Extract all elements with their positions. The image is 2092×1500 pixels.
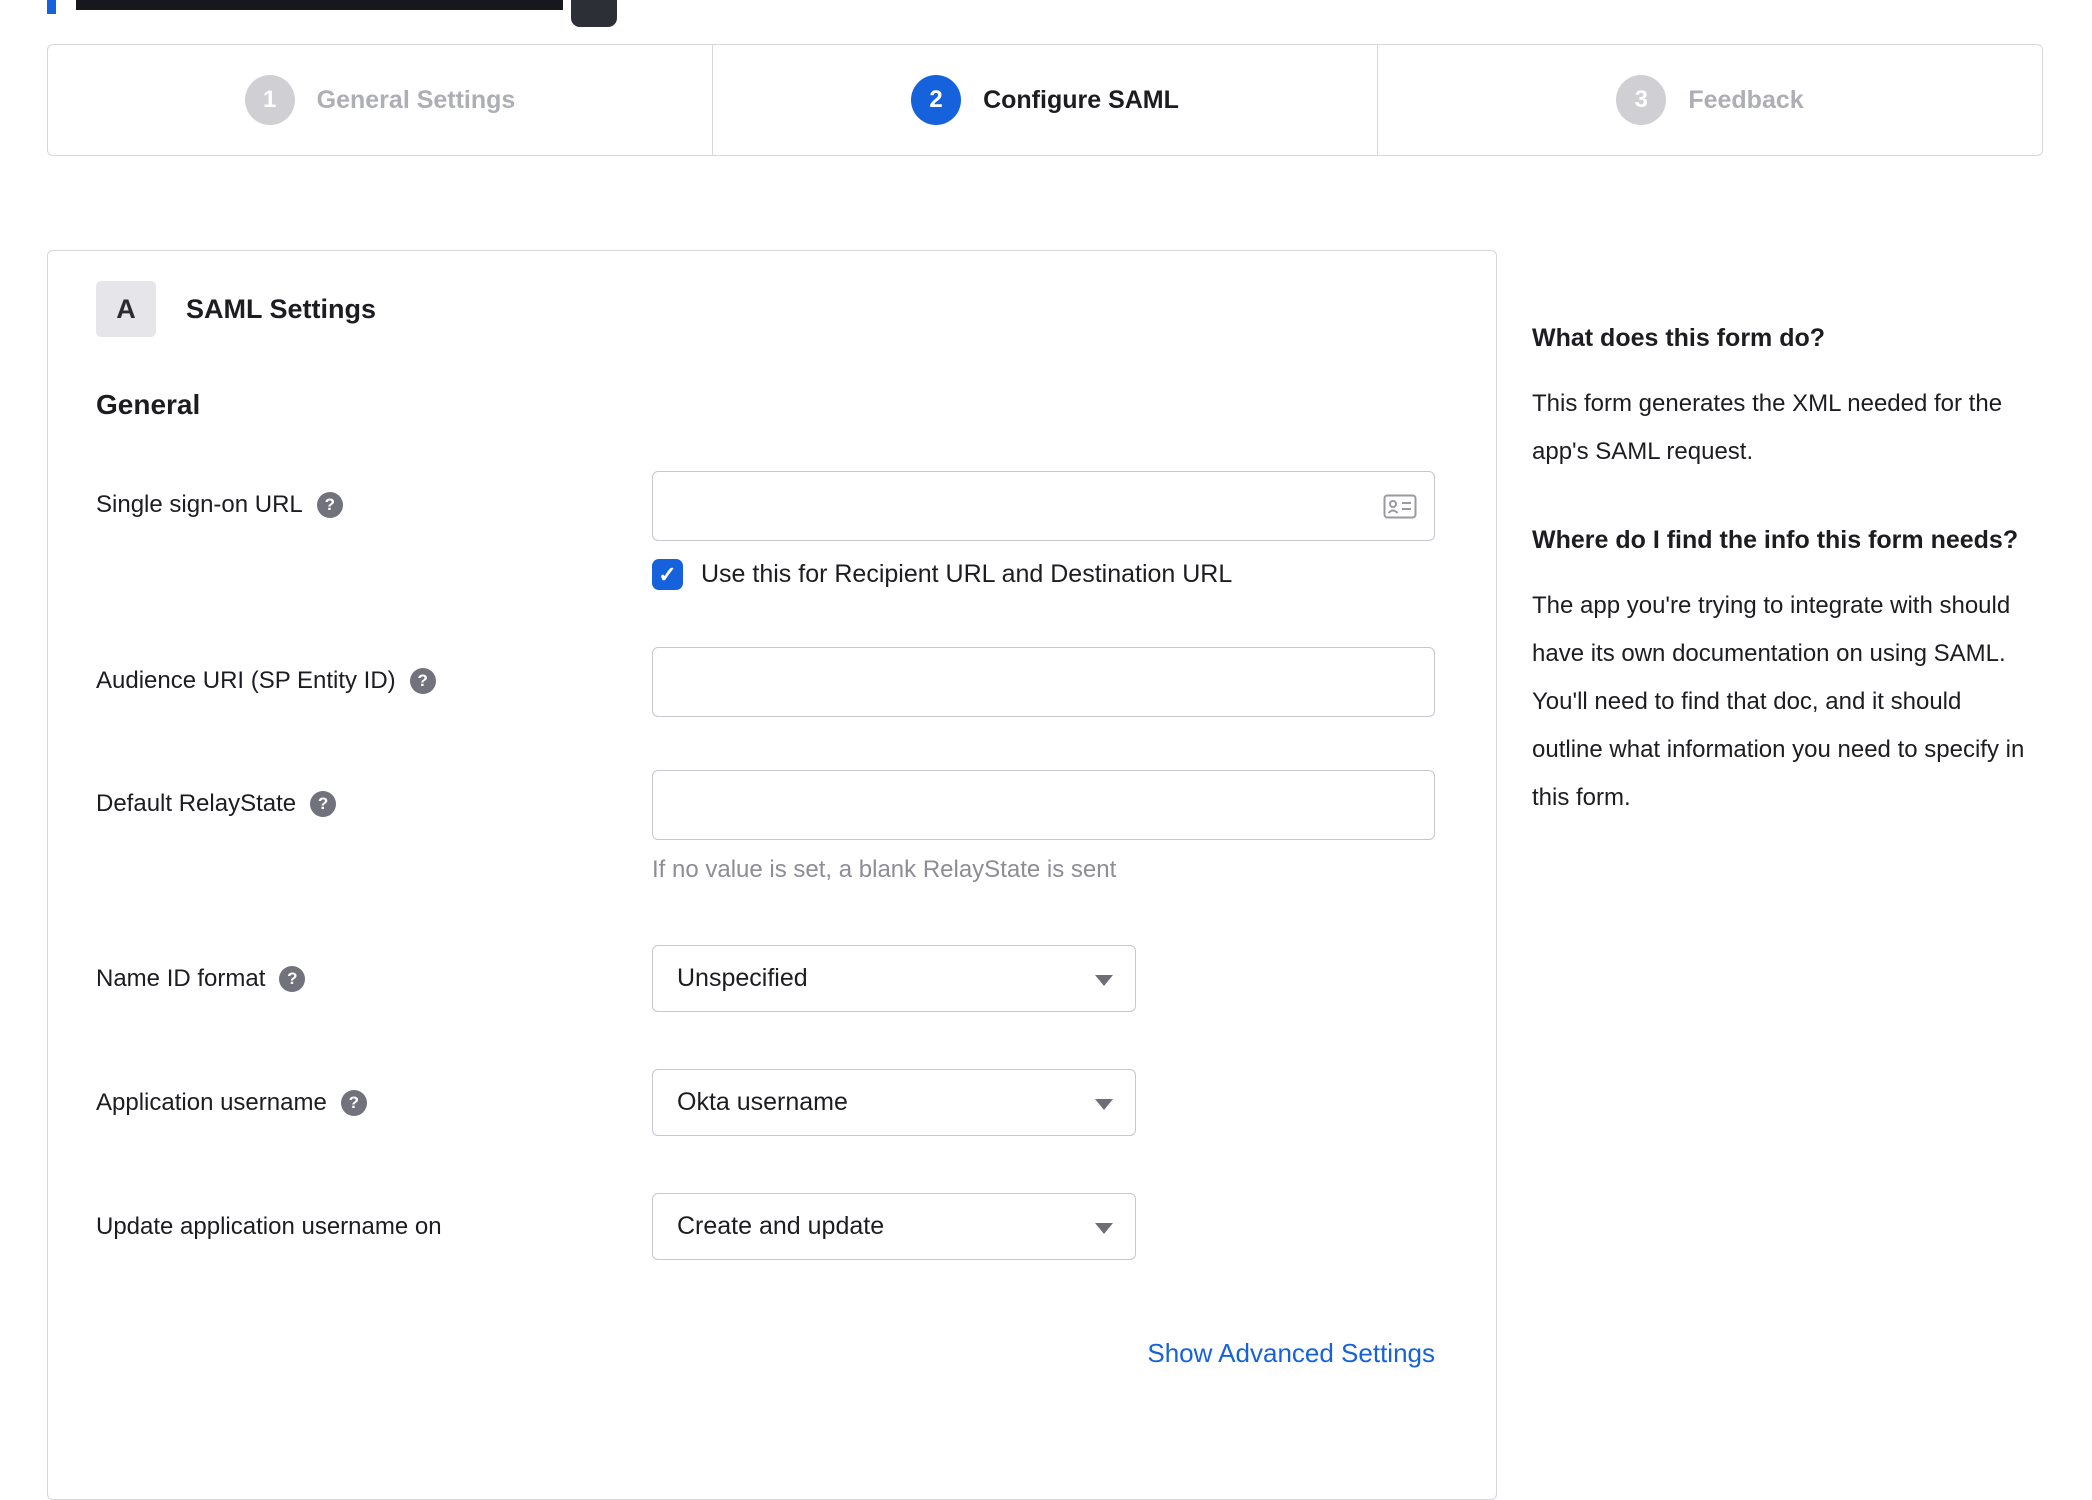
step-number-badge: 2 [911, 75, 962, 125]
cropped-icon-fragment [571, 0, 617, 27]
section-a-badge: A [96, 281, 156, 337]
wizard-stepper: 1 General Settings 2 Configure SAML 3 Fe… [47, 44, 2043, 156]
nameid-format-value: Unspecified [677, 964, 808, 992]
update-username-select[interactable]: Create and update [652, 1193, 1136, 1260]
relaystate-label-wrap: Default RelayState ? [96, 770, 652, 818]
recipient-url-checkbox[interactable]: ✓ [652, 559, 683, 590]
relaystate-row: Default RelayState ? If no value is set,… [96, 770, 1448, 884]
nameid-format-label-wrap: Name ID format ? [96, 945, 652, 993]
help-sidebar: What does this form do? This form genera… [1532, 318, 2032, 822]
saml-form: Single sign-on URL ? ✓ Use this for Reci… [96, 471, 1448, 1369]
step-label: General Settings [316, 85, 516, 114]
help-question-2: Where do I find the info this form needs… [1532, 526, 2019, 554]
relaystate-label: Default RelayState [96, 790, 297, 817]
step-number-badge: 1 [244, 75, 295, 125]
app-username-label: Application username [96, 1089, 327, 1116]
audience-uri-input[interactable] [652, 647, 1435, 717]
step-label: Configure SAML [983, 85, 1179, 114]
sso-url-input[interactable] [652, 471, 1435, 541]
sso-url-label-wrap: Single sign-on URL ? [96, 471, 652, 519]
cropped-title-fragment [76, 0, 563, 10]
step-configure-saml[interactable]: 2 Configure SAML [712, 45, 1377, 155]
audience-uri-row: Audience URI (SP Entity ID) ? [96, 647, 1448, 717]
chevron-down-icon [1095, 1223, 1113, 1234]
step-general-settings[interactable]: 1 General Settings [48, 45, 712, 155]
chevron-down-icon [1095, 1099, 1113, 1110]
saml-settings-panel: A SAML Settings General Single sign-on U… [47, 250, 1497, 1500]
help-answer-2: The app you're trying to integrate with … [1532, 592, 2025, 811]
nameid-format-select[interactable]: Unspecified [652, 945, 1136, 1012]
app-username-label-wrap: Application username ? [96, 1069, 652, 1117]
cropped-logo-fragment [47, 0, 56, 14]
step-label: Feedback [1688, 85, 1804, 114]
help-icon[interactable]: ? [340, 1090, 367, 1116]
help-icon[interactable]: ? [279, 966, 306, 992]
help-icon[interactable]: ? [310, 791, 337, 817]
help-question-1: What does this form do? [1532, 324, 1826, 352]
nameid-format-label: Name ID format [96, 965, 266, 992]
show-advanced-settings-link[interactable]: Show Advanced Settings [1147, 1338, 1435, 1368]
update-username-label-wrap: Update application username on [96, 1193, 652, 1241]
sso-url-label: Single sign-on URL [96, 491, 303, 518]
audience-uri-label-wrap: Audience URI (SP Entity ID) ? [96, 647, 652, 695]
relaystate-helper-text: If no value is set, a blank RelayState i… [652, 856, 1117, 883]
app-username-select[interactable]: Okta username [652, 1069, 1136, 1136]
update-username-label: Update application username on [96, 1213, 442, 1240]
audience-uri-label: Audience URI (SP Entity ID) [96, 667, 396, 694]
advanced-settings-row: Show Advanced Settings [96, 1338, 1448, 1369]
chevron-down-icon [1095, 975, 1113, 986]
help-icon[interactable]: ? [409, 668, 436, 694]
step-number-badge: 3 [1616, 75, 1667, 125]
panel-title: SAML Settings [186, 293, 377, 324]
update-username-value: Create and update [677, 1212, 885, 1240]
relaystate-input[interactable] [652, 770, 1435, 840]
update-username-row: Update application username on Create an… [96, 1193, 1448, 1260]
general-section-title: General [96, 389, 201, 420]
recipient-url-checkbox-label: Use this for Recipient URL and Destinati… [701, 560, 1233, 588]
contact-card-icon[interactable] [1383, 493, 1417, 525]
help-icon[interactable]: ? [316, 492, 343, 518]
nameid-format-row: Name ID format ? Unspecified [96, 945, 1448, 1012]
app-username-row: Application username ? Okta username [96, 1069, 1448, 1136]
sso-url-row: Single sign-on URL ? ✓ Use this for Reci… [96, 471, 1448, 590]
help-answer-1: This form generates the XML needed for t… [1532, 390, 2003, 465]
app-username-value: Okta username [677, 1088, 848, 1116]
step-feedback[interactable]: 3 Feedback [1377, 45, 2042, 155]
